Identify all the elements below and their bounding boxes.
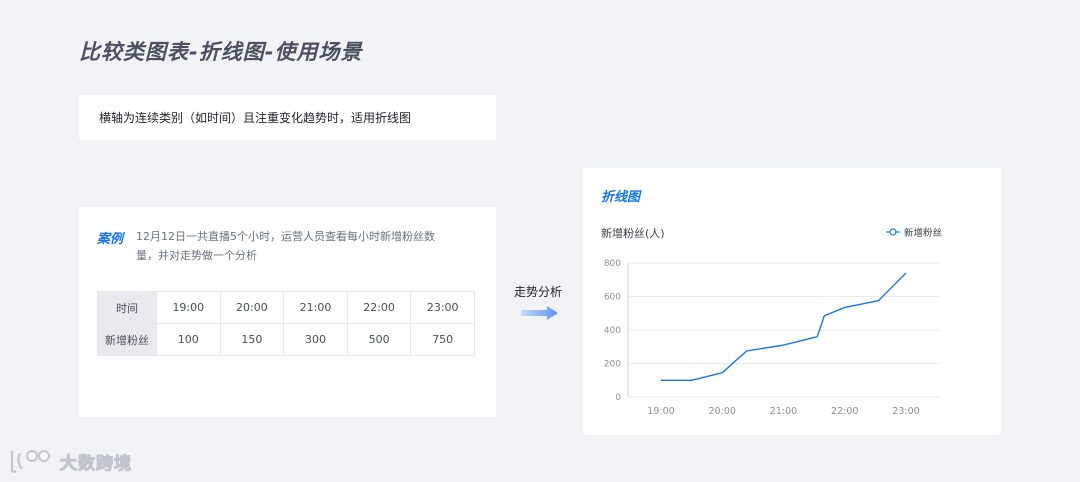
case-description: 12月12日一共直播5个小时，运营人员查看每小时新增粉丝数量，并对走势做一个分析 [136, 230, 435, 262]
case-card: 案例 12月12日一共直播5个小时，运营人员查看每小时新增粉丝数量，并对走势做一… [79, 207, 496, 417]
table-cell-time: 19:00 [156, 291, 221, 324]
y-tick-label: 200 [604, 360, 621, 370]
table-cell-time: 22:00 [346, 291, 412, 324]
y-tick-label: 600 [604, 293, 621, 303]
note-card: 横轴为连续类别（如时间）且注重变化趋势时，适用折线图 [79, 95, 496, 140]
legend-swatch-marker [889, 228, 897, 236]
table-cell-value: 100 [156, 323, 221, 356]
x-tick-label: 19:00 [647, 406, 674, 417]
table-header-time: 时间 [97, 291, 157, 324]
y-tick-label: 0 [615, 393, 621, 403]
table-cell-value: 500 [346, 323, 412, 356]
arrow-right-icon [521, 306, 558, 320]
chart-card: 折线图 新增粉丝(人) 0 200 400 600 800 19:00 20:00 21:00 2… [583, 168, 1001, 435]
table-cell-value: 750 [410, 323, 475, 356]
watermark: 大数跨境 [8, 447, 132, 475]
watermark-text: 大数跨境 [60, 453, 132, 474]
table-row-fans: 新增粉丝 100 150 300 500 750 [97, 323, 475, 356]
series-line [661, 272, 907, 382]
x-tick-label: 22:00 [831, 406, 858, 417]
table-row-time: 时间 19:00 20:00 21:00 22:00 23:00 [97, 291, 475, 324]
table-cell-time: 20:00 [219, 291, 285, 324]
table-cell-value: 150 [219, 323, 285, 356]
case-table: 时间 19:00 20:00 21:00 22:00 23:00 新增粉丝 10… [97, 291, 475, 356]
brand-logo-icon [10, 450, 50, 473]
legend-label: 新增粉丝 [904, 227, 942, 239]
y-axis-label: 新增粉丝(人) [601, 226, 665, 240]
table-cell-value: 300 [283, 323, 348, 356]
table-cell-time: 23:00 [410, 291, 475, 324]
line-chart: 新增粉丝(人) 0 200 400 600 800 19:00 20:00 21:00 22:00… [601, 226, 942, 417]
arrow-label: 走势分析 [514, 285, 563, 299]
x-tick-label: 20:00 [709, 406, 736, 417]
y-tick-label: 400 [604, 326, 621, 336]
page-title: 比较类图表-折线图-使用场景 [79, 40, 363, 64]
table-cell-time: 21:00 [283, 291, 348, 324]
note-text: 横轴为连续类别（如时间）且注重变化趋势时，适用折线图 [99, 111, 412, 125]
case-label: 案例 [97, 232, 124, 247]
x-tick-label: 21:00 [770, 406, 797, 417]
y-tick-label: 800 [604, 259, 621, 269]
table-header-fans: 新增粉丝 [97, 323, 157, 356]
x-tick-label: 23:00 [892, 406, 919, 417]
